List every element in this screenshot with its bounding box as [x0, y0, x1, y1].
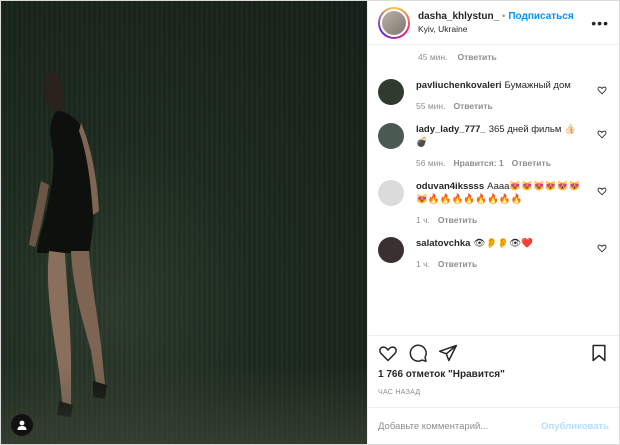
bookmark-icon[interactable]	[589, 343, 609, 363]
paper-plane-icon[interactable]	[438, 343, 458, 363]
reply-button[interactable]: Ответить	[438, 215, 477, 225]
likes-count[interactable]: 1 766 отметок "Нравится"	[368, 369, 619, 385]
separator-dot: •	[502, 10, 506, 21]
commenter-avatar[interactable]	[378, 180, 404, 206]
reply-button[interactable]: Ответить	[457, 52, 496, 62]
reply-button[interactable]: Ответить	[512, 158, 551, 168]
reply-button[interactable]: Ответить	[438, 259, 477, 269]
commenter-avatar[interactable]	[378, 123, 404, 149]
commenter-username[interactable]: lady_lady_777_	[416, 124, 486, 135]
comment-time: 45 мин.	[418, 52, 448, 62]
comment-item: pavliuchenkovaleri Бумажный дом 55 мин. От…	[378, 69, 609, 113]
publish-button[interactable]: Опубликовать	[541, 421, 609, 432]
post-location[interactable]: Kyiv, Ukraine	[418, 23, 574, 36]
comment-input[interactable]	[378, 420, 538, 432]
heart-icon[interactable]	[378, 343, 398, 363]
comment-time: 55 мин.	[416, 101, 446, 111]
user-icon	[17, 420, 27, 430]
comment-text: Бумажный дом	[504, 80, 571, 91]
commenter-username[interactable]: pavliuchenkovaleri	[416, 80, 502, 91]
author-meta: dasha_khlystun_ • Подписаться Kyiv, Ukrain…	[418, 10, 574, 36]
comment-item: oduvan4ikssss Аааа😻😻😻😻😻😻😻🔥🔥🔥🔥🔥🔥🔥🔥 1 ч. Отв…	[378, 170, 609, 227]
post-time-ago[interactable]: ЧАС НАЗАД	[368, 385, 619, 407]
more-options-icon[interactable]: •••	[591, 15, 609, 31]
comment-likes-count[interactable]: Нравится: 1	[453, 158, 503, 168]
post-side-panel: dasha_khlystun_ • Подписаться Kyiv, Ukrain…	[367, 1, 619, 444]
instagram-post-modal: dasha_khlystun_ • Подписаться Kyiv, Ukrain…	[0, 0, 620, 445]
comment-item: lady_lady_777_ 365 дней фильм 👍🏻💣 56 мин.…	[378, 113, 609, 170]
commenter-username[interactable]: salatovchka	[416, 238, 470, 249]
post-actions-bar	[368, 335, 619, 369]
comment-like-heart-icon[interactable]	[597, 186, 607, 196]
comment-item: salatovchka 👁👂👂👁❤️ 1 ч. Ответить	[378, 227, 609, 271]
comments-list[interactable]: 45 мин. Ответить pavliuchenkovaleri Бумаж…	[368, 45, 619, 335]
comment-like-heart-icon[interactable]	[597, 243, 607, 253]
author-username[interactable]: dasha_khlystun_	[418, 11, 499, 22]
post-header: dasha_khlystun_ • Подписаться Kyiv, Ukrain…	[368, 1, 619, 45]
post-photo[interactable]	[1, 1, 367, 444]
follow-button[interactable]: Подписаться	[508, 11, 573, 22]
commenter-avatar[interactable]	[378, 79, 404, 105]
comment-like-heart-icon[interactable]	[597, 85, 607, 95]
comment-icon[interactable]	[408, 343, 428, 363]
photo-floor	[1, 364, 367, 444]
comment-time: 1 ч.	[416, 259, 430, 269]
commenter-avatar[interactable]	[378, 237, 404, 263]
comment-text: 👁👂👂👁❤️	[473, 238, 534, 249]
author-avatar[interactable]	[378, 6, 410, 39]
commenter-username[interactable]: oduvan4ikssss	[416, 181, 484, 192]
comment-time: 1 ч.	[416, 215, 430, 225]
tagged-users-button[interactable]	[11, 414, 33, 436]
reply-button[interactable]: Ответить	[453, 101, 492, 111]
comment-meta-partial: 45 мин. Ответить	[378, 45, 609, 69]
comment-time: 56 мин.	[416, 158, 446, 168]
add-comment-bar: Опубликовать	[368, 407, 619, 444]
comment-like-heart-icon[interactable]	[597, 129, 607, 139]
